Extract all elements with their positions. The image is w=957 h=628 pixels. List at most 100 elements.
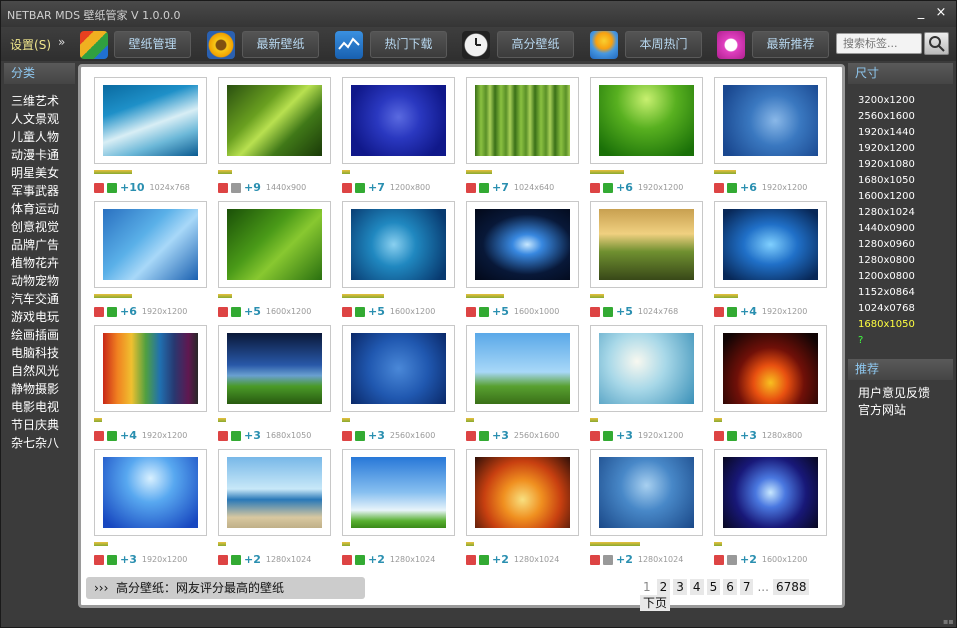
download-icon[interactable] [94, 306, 104, 317]
tab-weekly-hot[interactable]: 本周热门 [625, 31, 702, 58]
category-item[interactable]: 品牌广告 [11, 236, 75, 254]
close-button[interactable]: × [933, 5, 949, 21]
size-filter-item[interactable]: 1280x0960 [858, 237, 953, 253]
page-link[interactable]: 2 [656, 579, 671, 595]
size-filter-item[interactable]: 1680x1050 [858, 173, 953, 189]
wallpaper-thumbnail[interactable] [714, 77, 827, 164]
category-item[interactable]: 静物摄影 [11, 380, 75, 398]
wallpaper-thumbnail[interactable] [94, 325, 207, 412]
category-item[interactable]: 儿童人物 [11, 128, 75, 146]
page-link[interactable]: 5 [706, 579, 721, 595]
download-icon[interactable] [714, 430, 724, 441]
clock-icon[interactable] [462, 31, 490, 59]
page-link[interactable]: 7 [739, 579, 754, 595]
size-filter-item[interactable]: 2560x1600 [858, 109, 953, 125]
wallpaper-thumbnail[interactable] [466, 449, 579, 536]
settings-menu[interactable]: 设置(S) [10, 36, 51, 53]
category-item[interactable]: 体育运动 [11, 200, 75, 218]
page-link[interactable]: 1 [640, 579, 654, 595]
vote-up-icon[interactable] [727, 182, 737, 193]
chat-bubble-icon[interactable] [717, 31, 745, 59]
download-icon[interactable] [714, 554, 724, 565]
category-item[interactable]: 游戏电玩 [11, 308, 75, 326]
search-button[interactable] [924, 32, 949, 55]
category-item[interactable]: 军事武器 [11, 182, 75, 200]
vote-up-icon[interactable] [603, 554, 613, 565]
page-link[interactable]: 6 [723, 579, 737, 595]
wallpaper-thumbnail[interactable] [590, 325, 703, 412]
size-filter-item[interactable]: 1920x1200 [858, 141, 953, 157]
download-icon[interactable] [94, 554, 104, 565]
wallpaper-thumbnail[interactable] [94, 77, 207, 164]
size-filter-item[interactable]: 1280x0800 [858, 253, 953, 269]
vote-up-icon[interactable] [355, 306, 365, 317]
wallpaper-thumbnail[interactable] [342, 77, 455, 164]
wallpaper-thumbnail[interactable] [714, 201, 827, 288]
vote-up-icon[interactable] [231, 306, 241, 317]
size-filter-item[interactable]: ? [858, 333, 953, 349]
minimize-button[interactable]: _ [913, 5, 929, 21]
download-icon[interactable] [466, 306, 476, 317]
tab-top-rated[interactable]: 高分壁纸 [497, 31, 574, 58]
size-filter-item[interactable]: 1152x0864 [858, 285, 953, 301]
category-item[interactable]: 绘画插画 [11, 326, 75, 344]
download-icon[interactable] [590, 430, 600, 441]
category-item[interactable]: 人文景观 [11, 110, 75, 128]
wallpaper-thumbnail[interactable] [94, 201, 207, 288]
wallpaper-thumbnail[interactable] [218, 449, 331, 536]
vote-up-icon[interactable] [479, 182, 489, 193]
wallpaper-thumbnail[interactable] [342, 325, 455, 412]
next-page-button[interactable]: 下页 [640, 595, 671, 611]
wallpaper-thumbnail[interactable] [342, 449, 455, 536]
vote-up-icon[interactable] [107, 554, 117, 565]
page-link[interactable]: 3 [673, 579, 687, 595]
tag-search-input[interactable] [836, 33, 922, 54]
vote-up-icon[interactable] [355, 182, 365, 193]
vote-up-icon[interactable] [727, 430, 737, 441]
download-icon[interactable] [466, 554, 476, 565]
size-filter-item[interactable]: 1920x1080 [858, 157, 953, 173]
tab-hot-downloads[interactable]: 热门下载 [370, 31, 447, 58]
download-icon[interactable] [94, 182, 104, 193]
vote-up-icon[interactable] [231, 554, 241, 565]
wallpaper-thumbnail[interactable] [218, 201, 331, 288]
size-filter-item[interactable]: 1200x0800 [858, 269, 953, 285]
wallpaper-thumbnail[interactable] [714, 325, 827, 412]
wallpaper-thumbnail[interactable] [590, 77, 703, 164]
category-item[interactable]: 动漫卡通 [11, 146, 75, 164]
page-last-link[interactable]: 6788 [772, 579, 810, 595]
vote-up-icon[interactable] [231, 430, 241, 441]
vote-up-icon[interactable] [603, 182, 613, 193]
category-item[interactable]: 自然风光 [11, 362, 75, 380]
recommend-link[interactable]: 用户意见反馈 [858, 385, 953, 402]
vote-up-icon[interactable] [479, 430, 489, 441]
category-item[interactable]: 杂七杂八 [11, 434, 75, 452]
recommend-link[interactable]: 官方网站 [858, 402, 953, 419]
wallpaper-thumbnail[interactable] [590, 201, 703, 288]
category-item[interactable]: 汽车交通 [11, 290, 75, 308]
download-icon[interactable] [94, 430, 104, 441]
download-icon[interactable] [466, 182, 476, 193]
wallpaper-thumbnail[interactable] [466, 77, 579, 164]
chart-icon[interactable] [335, 31, 363, 59]
wallpaper-manage-icon[interactable] [80, 31, 108, 59]
download-icon[interactable] [714, 182, 724, 193]
vote-up-icon[interactable] [355, 430, 365, 441]
category-item[interactable]: 电影电视 [11, 398, 75, 416]
download-icon[interactable] [218, 306, 228, 317]
vote-up-icon[interactable] [603, 306, 613, 317]
size-filter-item[interactable]: 3200x1200 [858, 93, 953, 109]
vote-up-icon[interactable] [479, 554, 489, 565]
resize-grip[interactable]: ▪▪ [943, 617, 954, 626]
vote-up-icon[interactable] [603, 430, 613, 441]
download-icon[interactable] [218, 182, 228, 193]
wallpaper-thumbnail[interactable] [218, 77, 331, 164]
sunflower-icon[interactable] [207, 31, 235, 59]
download-icon[interactable] [342, 430, 352, 441]
download-icon[interactable] [714, 306, 724, 317]
wallpaper-thumbnail[interactable] [466, 325, 579, 412]
size-filter-item[interactable]: 1600x1200 [858, 189, 953, 205]
size-filter-item[interactable]: 1440x0900 [858, 221, 953, 237]
vote-up-icon[interactable] [479, 306, 489, 317]
download-icon[interactable] [342, 554, 352, 565]
